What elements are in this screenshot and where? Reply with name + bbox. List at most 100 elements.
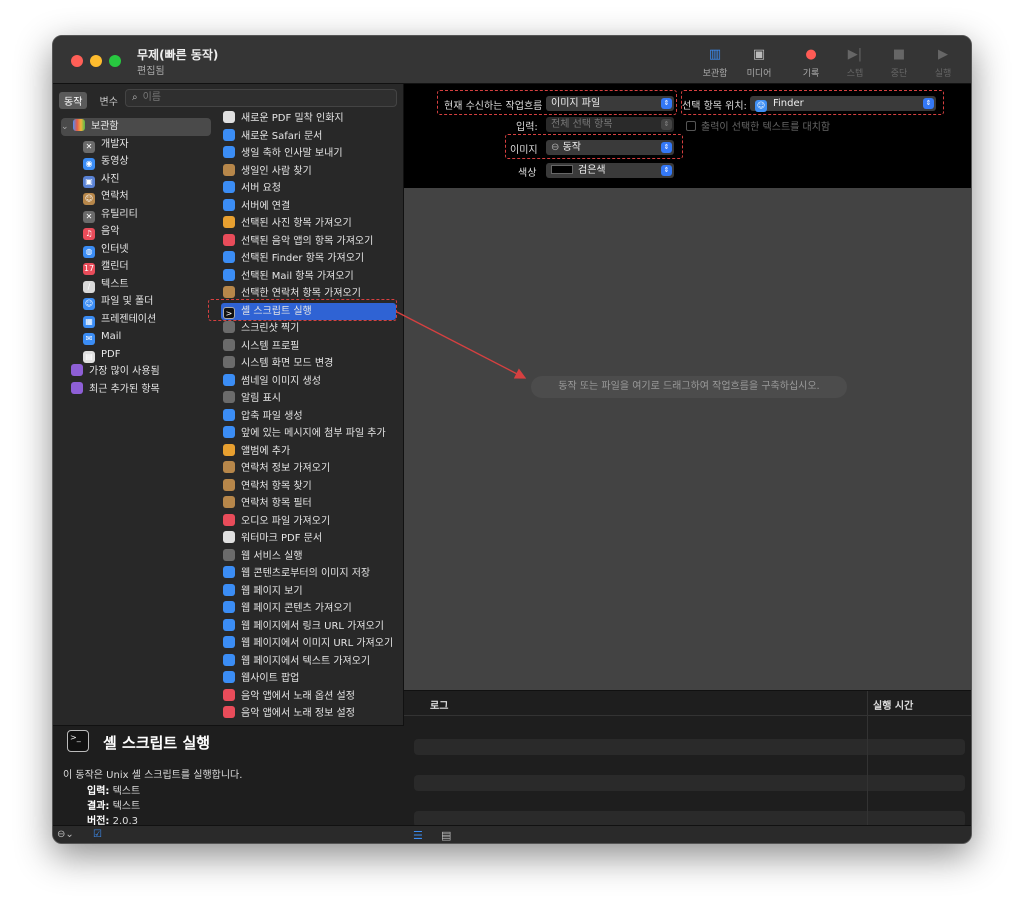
- library-item-files-and-folders[interactable]: ☺ 파일 및 폴더: [61, 293, 211, 311]
- zoom-window-button[interactable]: [109, 55, 121, 67]
- tab-actions[interactable]: 동작: [59, 92, 88, 109]
- action-item[interactable]: 연락처 정보 가져오기: [221, 460, 402, 478]
- chevron-updown-icon: ⇕: [661, 165, 672, 176]
- play-icon: ▶: [938, 47, 948, 62]
- library-item-calendar[interactable]: 17 캘린더: [61, 258, 211, 276]
- action-item[interactable]: 음악 앱에서 노래 정보 설정: [221, 705, 402, 723]
- log-column[interactable]: 로그: [430, 697, 448, 712]
- action-item[interactable]: 새로운 PDF 밀착 인화지: [221, 110, 402, 128]
- action-item[interactable]: 시스템 화면 모드 변경: [221, 355, 402, 373]
- search-input[interactable]: ⌕ 이름: [125, 89, 397, 107]
- smart-group-most-used[interactable]: 가장 많이 사용됨: [61, 363, 211, 381]
- library-tree: ⌄ 보관함 ✕ 개발자 ◉ 동영상 ▣ 사진 ☺ 연락처 ✕ 유틸리티 ♫ 음악 ◍ 인터넷 17 캘린더 ∕ 텍스…: [61, 118, 211, 398]
- library-item-music[interactable]: ♫ 음악: [61, 223, 211, 241]
- action-item[interactable]: 웹 페이지에서 이미지 URL 가져오기: [221, 635, 402, 653]
- action-item[interactable]: 웹사이트 팝업: [221, 670, 402, 688]
- action-item[interactable]: 스크린샷 찍기: [221, 320, 402, 338]
- action-item[interactable]: 웹 페이지에서 링크 URL 가져오기: [221, 618, 402, 636]
- utilities-icon: ✕: [83, 210, 95, 223]
- action-item[interactable]: 웹 페이지 보기: [221, 583, 402, 601]
- action-item[interactable]: 서버 요청: [221, 180, 402, 198]
- library-item-utilities[interactable]: ✕ 유틸리티: [61, 206, 211, 224]
- action-item[interactable]: 시스템 프로필: [221, 338, 402, 356]
- input-label: 입력:: [516, 122, 538, 133]
- action-item[interactable]: 웹 서비스 실행: [221, 548, 402, 566]
- action-item[interactable]: 오디오 파일 가져오기: [221, 513, 402, 531]
- workflow-canvas[interactable]: 동작 또는 파일을 여기로 드래그하여 작업흐름을 구축하십시오.: [404, 188, 971, 690]
- action-item[interactable]: 연락처 항목 찾기: [221, 478, 402, 496]
- color-label: 색상: [518, 168, 537, 179]
- action-item[interactable]: 서버에 연결: [221, 198, 402, 216]
- step-icon: ▶|: [847, 47, 863, 62]
- folder-icon: [223, 478, 235, 491]
- log-pane: 로그 실행 시간: [404, 690, 971, 827]
- action-item[interactable]: 선택된 Finder 항목 가져오기: [221, 250, 402, 268]
- terminal-icon: >_: [67, 730, 89, 752]
- actions-list: 새로운 PDF 밀착 인화지 새로운 Safari 문서 생일 축하 인사말 보내기…: [221, 110, 402, 723]
- library-item-internet[interactable]: ◍ 인터넷: [61, 241, 211, 259]
- action-item[interactable]: 선택된 음악 앱의 항목 가져오기: [221, 233, 402, 251]
- music-icon: [223, 688, 235, 701]
- action-item[interactable]: 생일인 사람 찾기: [221, 163, 402, 181]
- smart-group-recently-added[interactable]: 최근 추가된 항목: [61, 381, 211, 399]
- music-icon: [223, 513, 235, 526]
- action-item[interactable]: 새로운 Safari 문서: [221, 128, 402, 146]
- folder-icon: [223, 286, 235, 298]
- library-item-developer[interactable]: ✕ 개발자: [61, 136, 211, 154]
- action-item[interactable]: 연락처 항목 필터: [221, 495, 402, 513]
- action-item[interactable]: 압축 파일 생성: [221, 408, 402, 426]
- action-item[interactable]: 워터마크 PDF 문서: [221, 530, 402, 548]
- annotation-box-image: [505, 134, 683, 159]
- folder-icon: [223, 496, 235, 508]
- pdf-icon: ▤: [83, 350, 95, 363]
- action-item[interactable]: 선택된 사진 항목 가져오기: [221, 215, 402, 233]
- library-item-text[interactable]: ∕ 텍스트: [61, 276, 211, 294]
- title-bar: 무제(빠른 동작) 편집됨 ▥ 보관함 ▣ 미디어 ● 기록 ▶| 스텝 ■ 중…: [53, 36, 971, 84]
- action-item[interactable]: 생일 축하 인사말 보내기: [221, 145, 402, 163]
- action-item[interactable]: 앨범에 추가: [221, 443, 402, 461]
- library-toolbar-button[interactable]: ▥ 보관함: [692, 46, 738, 79]
- list-view-icon[interactable]: ☰: [413, 829, 423, 842]
- tool-icon: [223, 338, 235, 351]
- action-item[interactable]: 웹 페이지에서 텍스트 가져오기: [221, 653, 402, 671]
- library-item-photos[interactable]: ▣ 사진: [61, 171, 211, 189]
- record-toolbar-button[interactable]: ● 기록: [788, 46, 834, 79]
- action-item[interactable]: 선택된 Mail 항목 가져오기: [221, 268, 402, 286]
- close-window-button[interactable]: [71, 55, 83, 67]
- log-row: [414, 775, 965, 791]
- library-root[interactable]: ⌄ 보관함: [61, 118, 211, 136]
- library-item-movies[interactable]: ◉ 동영상: [61, 153, 211, 171]
- action-menu-icon[interactable]: ⊖⌄: [57, 829, 74, 840]
- color-popup[interactable]: 검은색 ⇕: [546, 163, 674, 178]
- library-item-mail[interactable]: ✉ Mail: [61, 328, 211, 346]
- step-toolbar-button[interactable]: ▶| 스텝: [832, 46, 878, 79]
- replace-checkbox[interactable]: 출력이 선택한 텍스트를 대치함: [686, 118, 830, 133]
- minimize-window-button[interactable]: [90, 55, 102, 67]
- input-popup[interactable]: 전체 선택 항목 ⇕: [546, 117, 674, 132]
- action-item[interactable]: 웹 콘텐츠로부터의 이미지 저장: [221, 565, 402, 583]
- run-toolbar-button[interactable]: ▶ 실행: [920, 46, 966, 79]
- finder-icon: [223, 408, 235, 421]
- action-item[interactable]: 웹 페이지 콘텐츠 가져오기: [221, 600, 402, 618]
- files-and-folders-icon: ☺: [83, 298, 95, 310]
- tab-variables[interactable]: 변수: [95, 92, 123, 109]
- library-item-contacts[interactable]: ☺ 연락처: [61, 188, 211, 206]
- description-toggle-icon[interactable]: ☑: [93, 829, 102, 840]
- action-item[interactable]: 알림 표시: [221, 390, 402, 408]
- action-item[interactable]: 앞에 있는 메시지에 첨부 파일 추가: [221, 425, 402, 443]
- safari-icon: [223, 583, 235, 596]
- stop-toolbar-button[interactable]: ■ 중단: [876, 46, 922, 79]
- pdf-icon: [223, 111, 235, 123]
- library-item-pdf[interactable]: ▤ PDF: [61, 346, 211, 364]
- developer-icon: ✕: [83, 140, 95, 153]
- movies-icon: ◉: [83, 158, 95, 170]
- media-toolbar-button[interactable]: ▣ 미디어: [736, 46, 782, 79]
- library-item-presentations[interactable]: ▦ 프레젠테이션: [61, 311, 211, 329]
- color-swatch: [551, 165, 573, 174]
- action-item[interactable]: 썸네일 이미지 생성: [221, 373, 402, 391]
- photos-icon: [223, 443, 235, 456]
- script-icon: [223, 356, 235, 368]
- action-item[interactable]: 음악 앱에서 노래 옵션 설정: [221, 688, 402, 706]
- duration-column[interactable]: 실행 시간: [873, 697, 913, 712]
- split-view-icon[interactable]: ▤: [441, 829, 451, 842]
